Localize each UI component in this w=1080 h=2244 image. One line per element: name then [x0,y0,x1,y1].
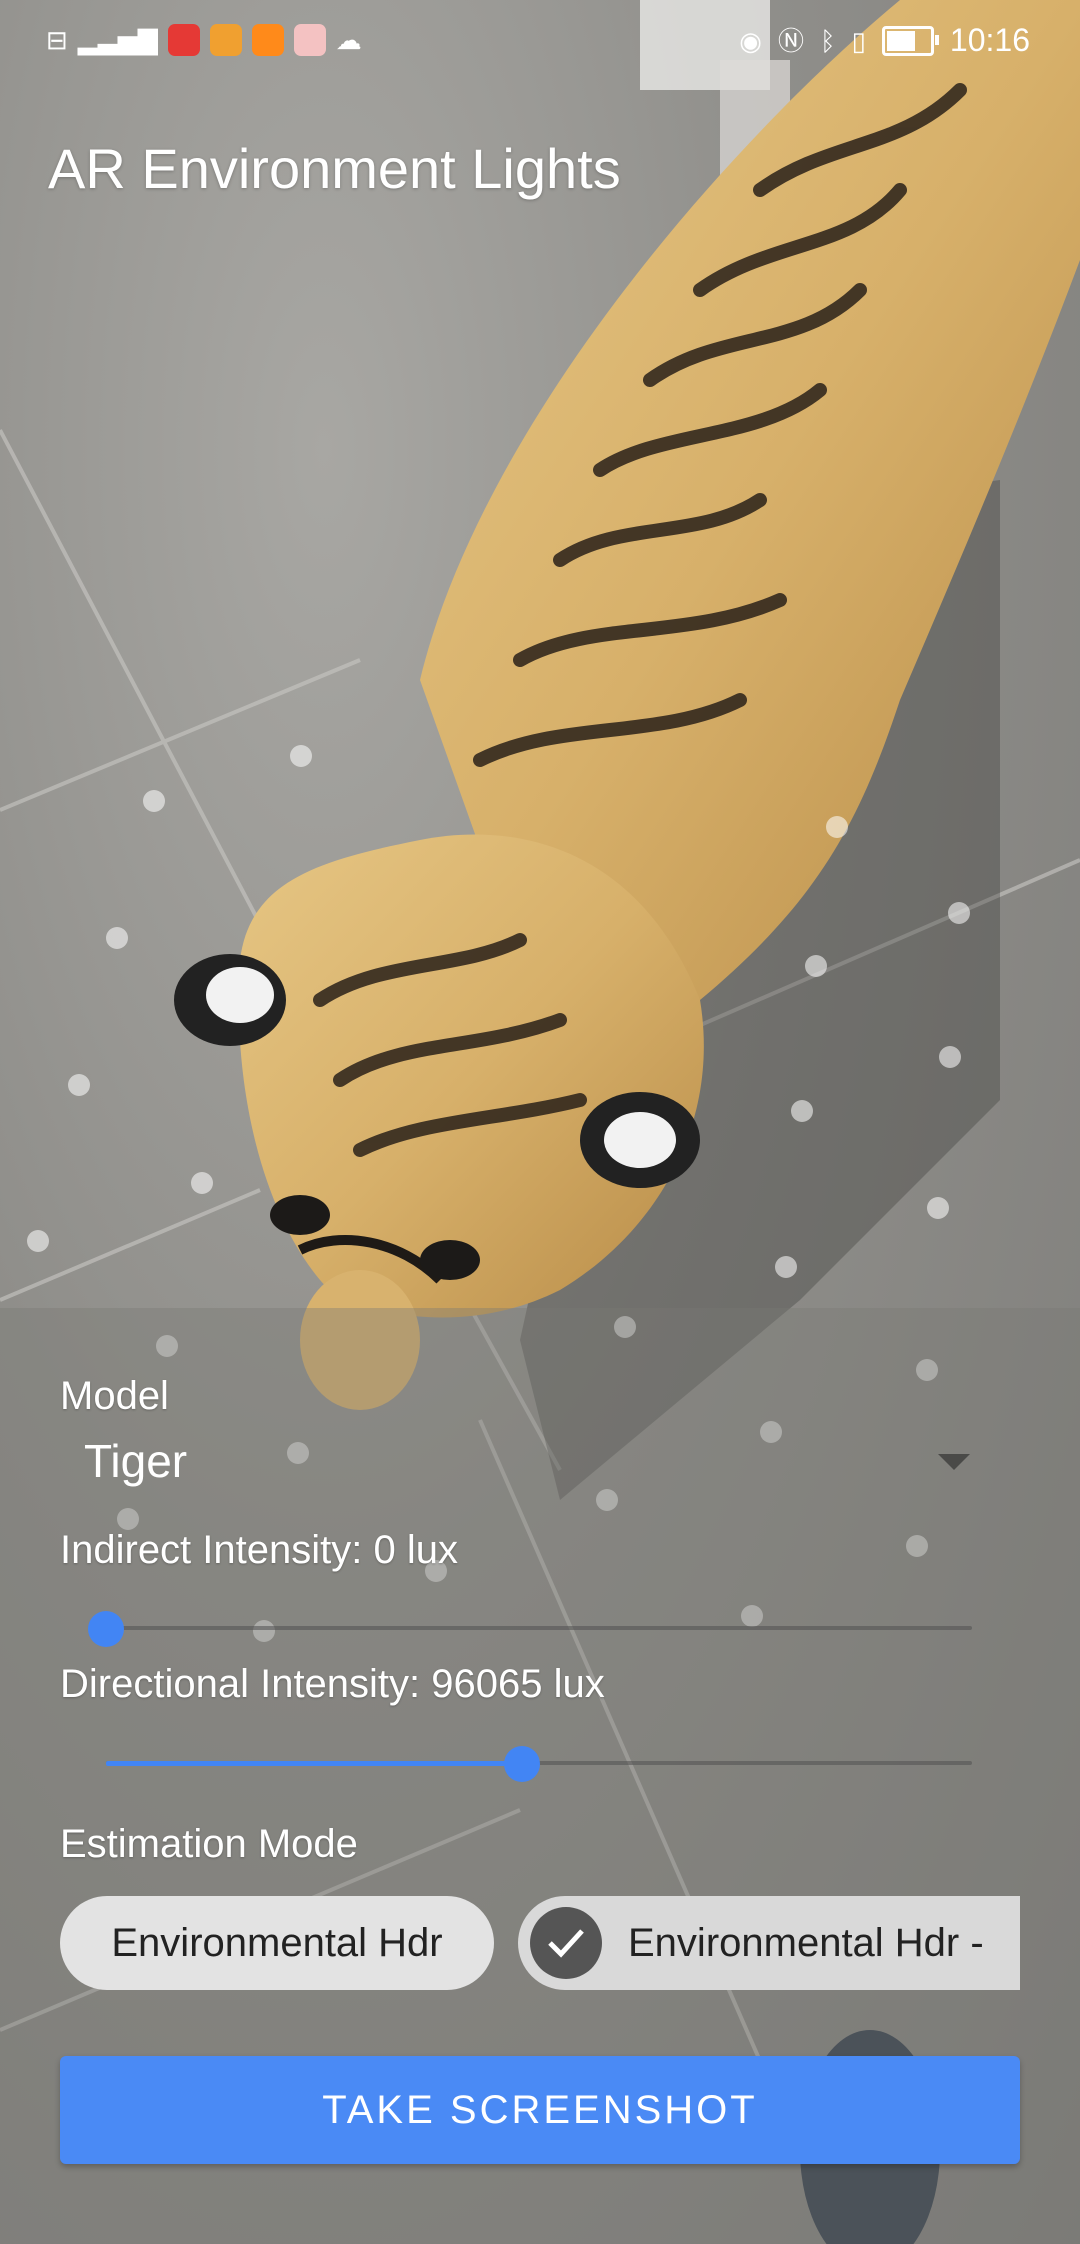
model-dropdown-value: Tiger [84,1435,188,1487]
wechat-icon: ☁ [335,25,362,55]
video-app-icon [167,24,200,56]
directional-intensity-slider[interactable] [106,1738,972,1788]
estimation-mode-label: Estimation Mode [60,1822,358,1866]
indirect-intensity-label: Indirect Intensity: 0 lux [60,1528,458,1572]
slider-thumb[interactable] [88,1611,124,1647]
estimation-mode-chip-hdr[interactable]: Environmental Hdr [60,1896,494,1990]
slider-thumb[interactable] [503,1746,540,1782]
chip-label: Environmental Hdr - [628,1920,984,1965]
nfc-icon: Ⓝ [777,25,804,56]
4g-signal-icon: ▂▃▅▇ [77,25,158,55]
player-app-icon [251,24,284,56]
bluetooth-icon: ᛒ [820,25,836,56]
news-app-icon [209,24,242,56]
take-screenshot-button[interactable]: TAKE SCREENSHOT [60,2056,1020,2164]
indirect-intensity-slider[interactable] [88,1603,972,1653]
status-bar: ⊟ ▂▃▅▇ ☁ ◉ Ⓝ ᛒ ▯ 10:16 [0,0,1080,84]
chip-label: Environmental Hdr [111,1920,443,1965]
page-title: AR Environment Lights [48,137,621,200]
model-label: Model [60,1374,169,1418]
battery-icon [881,25,939,56]
hd-icon: ⊟ [46,25,68,55]
eye-icon: ◉ [739,25,762,56]
sim-icon: ▯ [851,25,866,56]
estimation-mode-chip-hdr-selected[interactable]: Environmental Hdr - [518,1896,1020,1990]
slider-fill [106,1761,522,1766]
chevron-down-icon [938,1454,970,1470]
clock: 10:16 [949,22,1030,58]
slider-track [106,1626,972,1630]
directional-intensity-label: Directional Intensity: 96065 lux [60,1662,605,1706]
check-icon [530,1907,602,1979]
gift-app-icon [293,24,326,56]
model-dropdown[interactable]: Tiger [60,1426,970,1496]
